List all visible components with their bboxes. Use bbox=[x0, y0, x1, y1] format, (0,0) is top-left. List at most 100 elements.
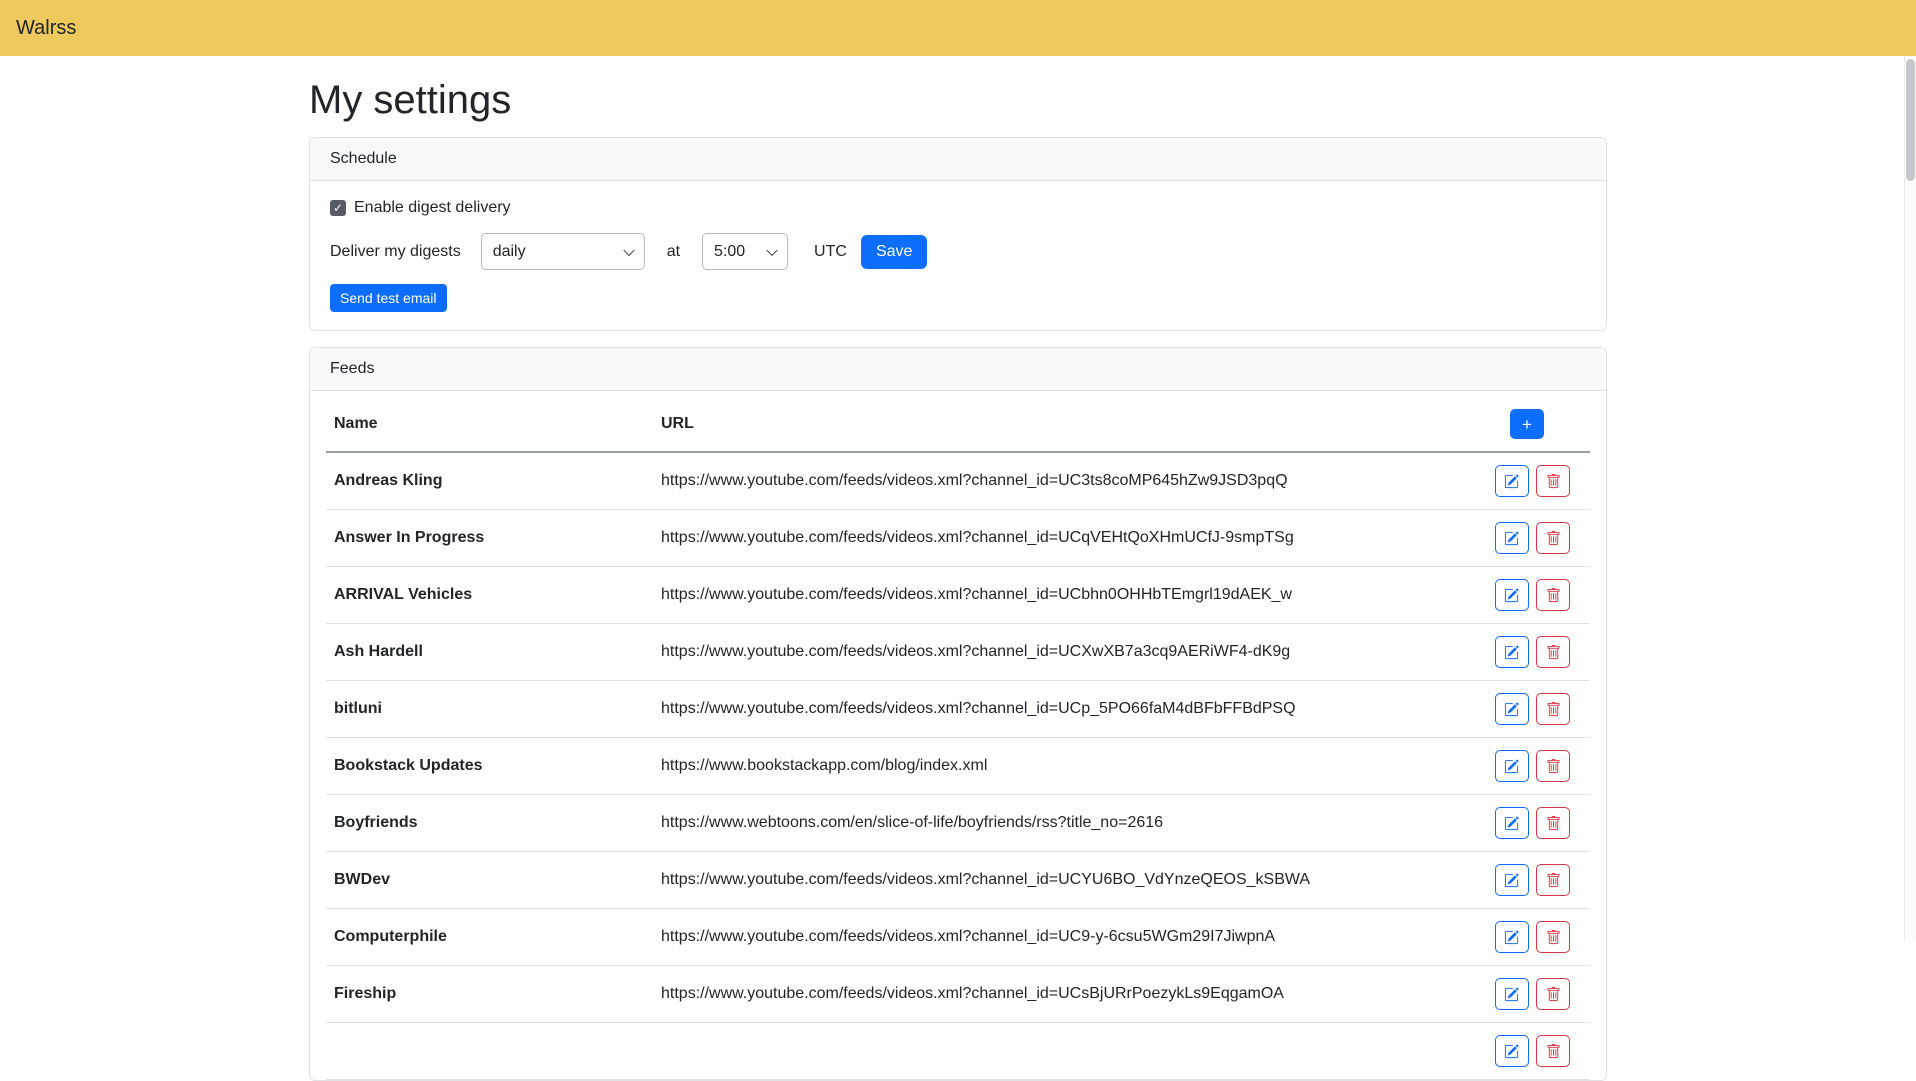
schedule-controls-row: Deliver my digests daily at 5:00 UTC Sav… bbox=[330, 233, 1586, 270]
scrollbar-thumb[interactable] bbox=[1906, 59, 1915, 181]
pencil-square-icon bbox=[1504, 588, 1519, 603]
column-header-name: Name bbox=[326, 397, 653, 452]
edit-feed-button[interactable] bbox=[1495, 921, 1529, 953]
feed-name bbox=[326, 1023, 653, 1080]
trash-icon bbox=[1546, 645, 1561, 660]
schedule-card: Schedule ✓ Enable digest delivery Delive… bbox=[309, 137, 1607, 331]
save-button[interactable]: Save bbox=[861, 235, 927, 269]
at-label: at bbox=[667, 243, 680, 261]
delete-feed-button[interactable] bbox=[1536, 579, 1570, 611]
pencil-square-icon bbox=[1504, 873, 1519, 888]
test-email-row: Send test email bbox=[330, 284, 1586, 312]
frequency-select-wrap: daily bbox=[481, 233, 645, 270]
feed-name: Fireship bbox=[326, 966, 653, 1023]
feeds-table: Name URL + Andreas Kling https://www.you… bbox=[326, 397, 1590, 1080]
trash-icon bbox=[1546, 759, 1561, 774]
pencil-square-icon bbox=[1504, 645, 1519, 660]
table-row: Boyfriends https://www.webtoons.com/en/s… bbox=[326, 795, 1590, 852]
feed-url: https://www.youtube.com/feeds/videos.xml… bbox=[653, 510, 1470, 567]
table-header-row: Name URL + bbox=[326, 397, 1590, 452]
enable-digest-label[interactable]: Enable digest delivery bbox=[354, 199, 511, 217]
send-test-email-button[interactable]: Send test email bbox=[330, 284, 447, 312]
deliver-label: Deliver my digests bbox=[330, 243, 461, 261]
timezone-label: UTC bbox=[814, 243, 847, 261]
navbar: Walrss bbox=[0, 0, 1916, 56]
feed-name: Andreas Kling bbox=[326, 452, 653, 510]
feed-url: https://www.youtube.com/feeds/videos.xml… bbox=[653, 909, 1470, 966]
feed-url: https://www.youtube.com/feeds/videos.xml… bbox=[653, 452, 1470, 510]
schedule-card-header: Schedule bbox=[310, 138, 1606, 181]
table-row: bitluni https://www.youtube.com/feeds/vi… bbox=[326, 681, 1590, 738]
trash-icon bbox=[1546, 873, 1561, 888]
delete-feed-button[interactable] bbox=[1536, 1035, 1570, 1067]
feed-url: https://www.bookstackapp.com/blog/index.… bbox=[653, 738, 1470, 795]
trash-icon bbox=[1546, 531, 1561, 546]
pencil-square-icon bbox=[1504, 474, 1519, 489]
scrollbar-track[interactable] bbox=[1904, 56, 1916, 941]
column-header-actions: + bbox=[1470, 397, 1590, 452]
main-content: My settings Schedule ✓ Enable digest del… bbox=[309, 78, 1607, 1081]
table-row: Answer In Progress https://www.youtube.c… bbox=[326, 510, 1590, 567]
edit-feed-button[interactable] bbox=[1495, 693, 1529, 725]
table-row: Ash Hardell https://www.youtube.com/feed… bbox=[326, 624, 1590, 681]
schedule-card-body: ✓ Enable digest delivery Deliver my dige… bbox=[310, 181, 1606, 330]
delete-feed-button[interactable] bbox=[1536, 978, 1570, 1010]
frequency-select[interactable]: daily bbox=[481, 233, 645, 270]
pencil-square-icon bbox=[1504, 930, 1519, 945]
feeds-card-header: Feeds bbox=[310, 348, 1606, 391]
delete-feed-button[interactable] bbox=[1536, 522, 1570, 554]
pencil-square-icon bbox=[1504, 531, 1519, 546]
feed-url: https://www.youtube.com/feeds/videos.xml… bbox=[653, 966, 1470, 1023]
trash-icon bbox=[1546, 816, 1561, 831]
feed-url: https://www.youtube.com/feeds/videos.xml… bbox=[653, 852, 1470, 909]
edit-feed-button[interactable] bbox=[1495, 978, 1529, 1010]
delete-feed-button[interactable] bbox=[1536, 465, 1570, 497]
trash-icon bbox=[1546, 702, 1561, 717]
feed-name: Ash Hardell bbox=[326, 624, 653, 681]
table-row: ARRIVAL Vehicles https://www.youtube.com… bbox=[326, 567, 1590, 624]
pencil-square-icon bbox=[1504, 1044, 1519, 1059]
delete-feed-button[interactable] bbox=[1536, 807, 1570, 839]
delete-feed-button[interactable] bbox=[1536, 864, 1570, 896]
edit-feed-button[interactable] bbox=[1495, 750, 1529, 782]
add-feed-button[interactable]: + bbox=[1510, 409, 1544, 439]
enable-digest-checkbox[interactable]: ✓ bbox=[330, 200, 346, 216]
trash-icon bbox=[1546, 987, 1561, 1002]
delete-feed-button[interactable] bbox=[1536, 636, 1570, 668]
feeds-card: Feeds Name URL + Andreas Kling https:// bbox=[309, 347, 1607, 1081]
brand-link[interactable]: Walrss bbox=[16, 17, 76, 40]
table-row: Andreas Kling https://www.youtube.com/fe… bbox=[326, 452, 1590, 510]
time-select[interactable]: 5:00 bbox=[702, 233, 788, 270]
trash-icon bbox=[1546, 1044, 1561, 1059]
delete-feed-button[interactable] bbox=[1536, 750, 1570, 782]
feed-url: https://www.youtube.com/feeds/videos.xml… bbox=[653, 624, 1470, 681]
table-row: BWDev https://www.youtube.com/feeds/vide… bbox=[326, 852, 1590, 909]
feed-url: https://www.webtoons.com/en/slice-of-lif… bbox=[653, 795, 1470, 852]
pencil-square-icon bbox=[1504, 759, 1519, 774]
trash-icon bbox=[1546, 474, 1561, 489]
trash-icon bbox=[1546, 588, 1561, 603]
feed-name: bitluni bbox=[326, 681, 653, 738]
edit-feed-button[interactable] bbox=[1495, 864, 1529, 896]
page-title: My settings bbox=[309, 78, 1607, 123]
edit-feed-button[interactable] bbox=[1495, 1035, 1529, 1067]
feed-name: ARRIVAL Vehicles bbox=[326, 567, 653, 624]
edit-feed-button[interactable] bbox=[1495, 465, 1529, 497]
edit-feed-button[interactable] bbox=[1495, 579, 1529, 611]
pencil-square-icon bbox=[1504, 816, 1519, 831]
table-row: Computerphile https://www.youtube.com/fe… bbox=[326, 909, 1590, 966]
pencil-square-icon bbox=[1504, 702, 1519, 717]
table-row: Bookstack Updates https://www.bookstacka… bbox=[326, 738, 1590, 795]
feed-url bbox=[653, 1023, 1470, 1080]
feeds-card-body: Name URL + Andreas Kling https://www.you… bbox=[310, 391, 1606, 1080]
edit-feed-button[interactable] bbox=[1495, 522, 1529, 554]
delete-feed-button[interactable] bbox=[1536, 693, 1570, 725]
pencil-square-icon bbox=[1504, 987, 1519, 1002]
edit-feed-button[interactable] bbox=[1495, 807, 1529, 839]
delete-feed-button[interactable] bbox=[1536, 921, 1570, 953]
feed-url: https://www.youtube.com/feeds/videos.xml… bbox=[653, 567, 1470, 624]
edit-feed-button[interactable] bbox=[1495, 636, 1529, 668]
table-row: Fireship https://www.youtube.com/feeds/v… bbox=[326, 966, 1590, 1023]
time-select-wrap: 5:00 bbox=[702, 233, 788, 270]
table-row-partial bbox=[326, 1023, 1590, 1080]
